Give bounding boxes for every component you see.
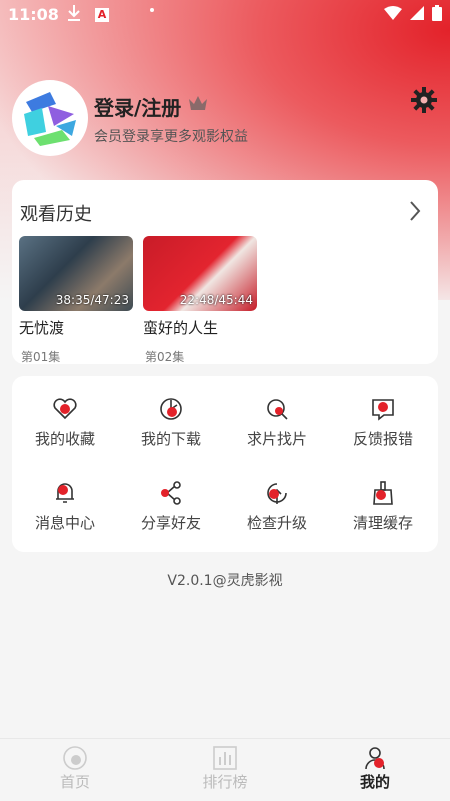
tab-ranking[interactable]: 排行榜 [175, 745, 275, 792]
broom-icon [373, 481, 393, 505]
watch-progress: 38:35/47:23 [55, 293, 129, 307]
episode-label: 第01集 [21, 350, 61, 364]
tab-label: 首页 [59, 773, 90, 791]
watch-history-card: 观看历史 38:35/47:23 无忧渡 第01集 22:48/45:44 蛮好… [12, 180, 438, 364]
gear-icon[interactable] [410, 86, 438, 114]
history-item[interactable]: 38:35/47:23 无忧渡 第01集 [19, 236, 133, 365]
tool-label: 我的收藏 [34, 430, 95, 448]
tab-label: 排行榜 [202, 773, 248, 791]
video-title: 蛮好的人生 [143, 319, 219, 337]
profile-section[interactable]: 登录/注册 会员登录享更多观影权益 [12, 80, 438, 160]
signal-icon [410, 6, 424, 20]
tool-label: 清理缓存 [352, 514, 413, 532]
profile-icon [365, 747, 385, 770]
downloads-button[interactable]: 我的下载 [118, 396, 224, 476]
check-update-button[interactable]: 检查升级 [224, 480, 330, 560]
status-indicators [384, 5, 442, 21]
status-bar: 11:08 A [0, 0, 450, 32]
watch-history-title: 观看历史 [20, 204, 92, 225]
search-film-icon [267, 399, 288, 420]
clear-cache-button[interactable]: 清理缓存 [330, 480, 436, 560]
battery-icon [432, 5, 442, 21]
share-button[interactable]: 分享好友 [118, 480, 224, 560]
share-icon [161, 481, 181, 505]
bell-icon [56, 483, 74, 503]
tab-label: 我的 [359, 773, 390, 791]
bottom-tab-bar: 首页 排行榜 我的 [0, 738, 450, 801]
feedback-button[interactable]: 反馈报错 [330, 396, 436, 476]
message-center-button[interactable]: 消息中心 [12, 480, 118, 560]
status-time: 11:08 [8, 5, 59, 24]
watch-progress: 22:48/45:44 [179, 293, 253, 307]
home-icon [63, 746, 87, 770]
video-thumbnail[interactable]: 22:48/45:44 [143, 236, 257, 311]
tab-mine[interactable]: 我的 [325, 745, 425, 792]
login-register-title[interactable]: 登录/注册 [94, 92, 181, 121]
download-icon [160, 398, 182, 420]
wifi-icon [384, 6, 402, 20]
notification-dot-icon [150, 8, 154, 12]
version-text: V2.0.1@灵虎影视 [167, 573, 283, 589]
ranking-icon [213, 746, 237, 770]
crown-icon [188, 94, 208, 116]
episode-label: 第02集 [145, 350, 185, 364]
video-thumbnail[interactable]: 38:35/47:23 [19, 236, 133, 311]
login-subtitle: 会员登录享更多观影权益 [94, 129, 248, 145]
request-film-button[interactable]: 求片找片 [224, 396, 330, 476]
tools-grid: 我的收藏 我的下载 求片找片 反馈报错 消息中心 分享好友 检查升级 清理缓存 [12, 376, 438, 552]
heart-icon [53, 398, 77, 420]
avatar[interactable] [12, 80, 88, 156]
tool-label: 消息中心 [34, 514, 95, 532]
tool-label: 分享好友 [140, 514, 201, 532]
video-title: 无忧渡 [19, 319, 65, 337]
download-status-icon [66, 3, 82, 27]
tool-label: 反馈报错 [352, 430, 413, 448]
app-notification-icon: A [95, 8, 109, 22]
upgrade-icon [267, 483, 287, 504]
tab-home[interactable]: 首页 [25, 745, 125, 792]
tool-label: 我的下载 [140, 430, 201, 448]
history-item[interactable]: 22:48/45:44 蛮好的人生 第02集 [143, 236, 257, 365]
feedback-icon [372, 399, 394, 421]
favorites-button[interactable]: 我的收藏 [12, 396, 118, 476]
chevron-right-icon[interactable] [408, 200, 422, 226]
tool-label: 求片找片 [246, 430, 307, 448]
tool-label: 检查升级 [246, 514, 307, 532]
